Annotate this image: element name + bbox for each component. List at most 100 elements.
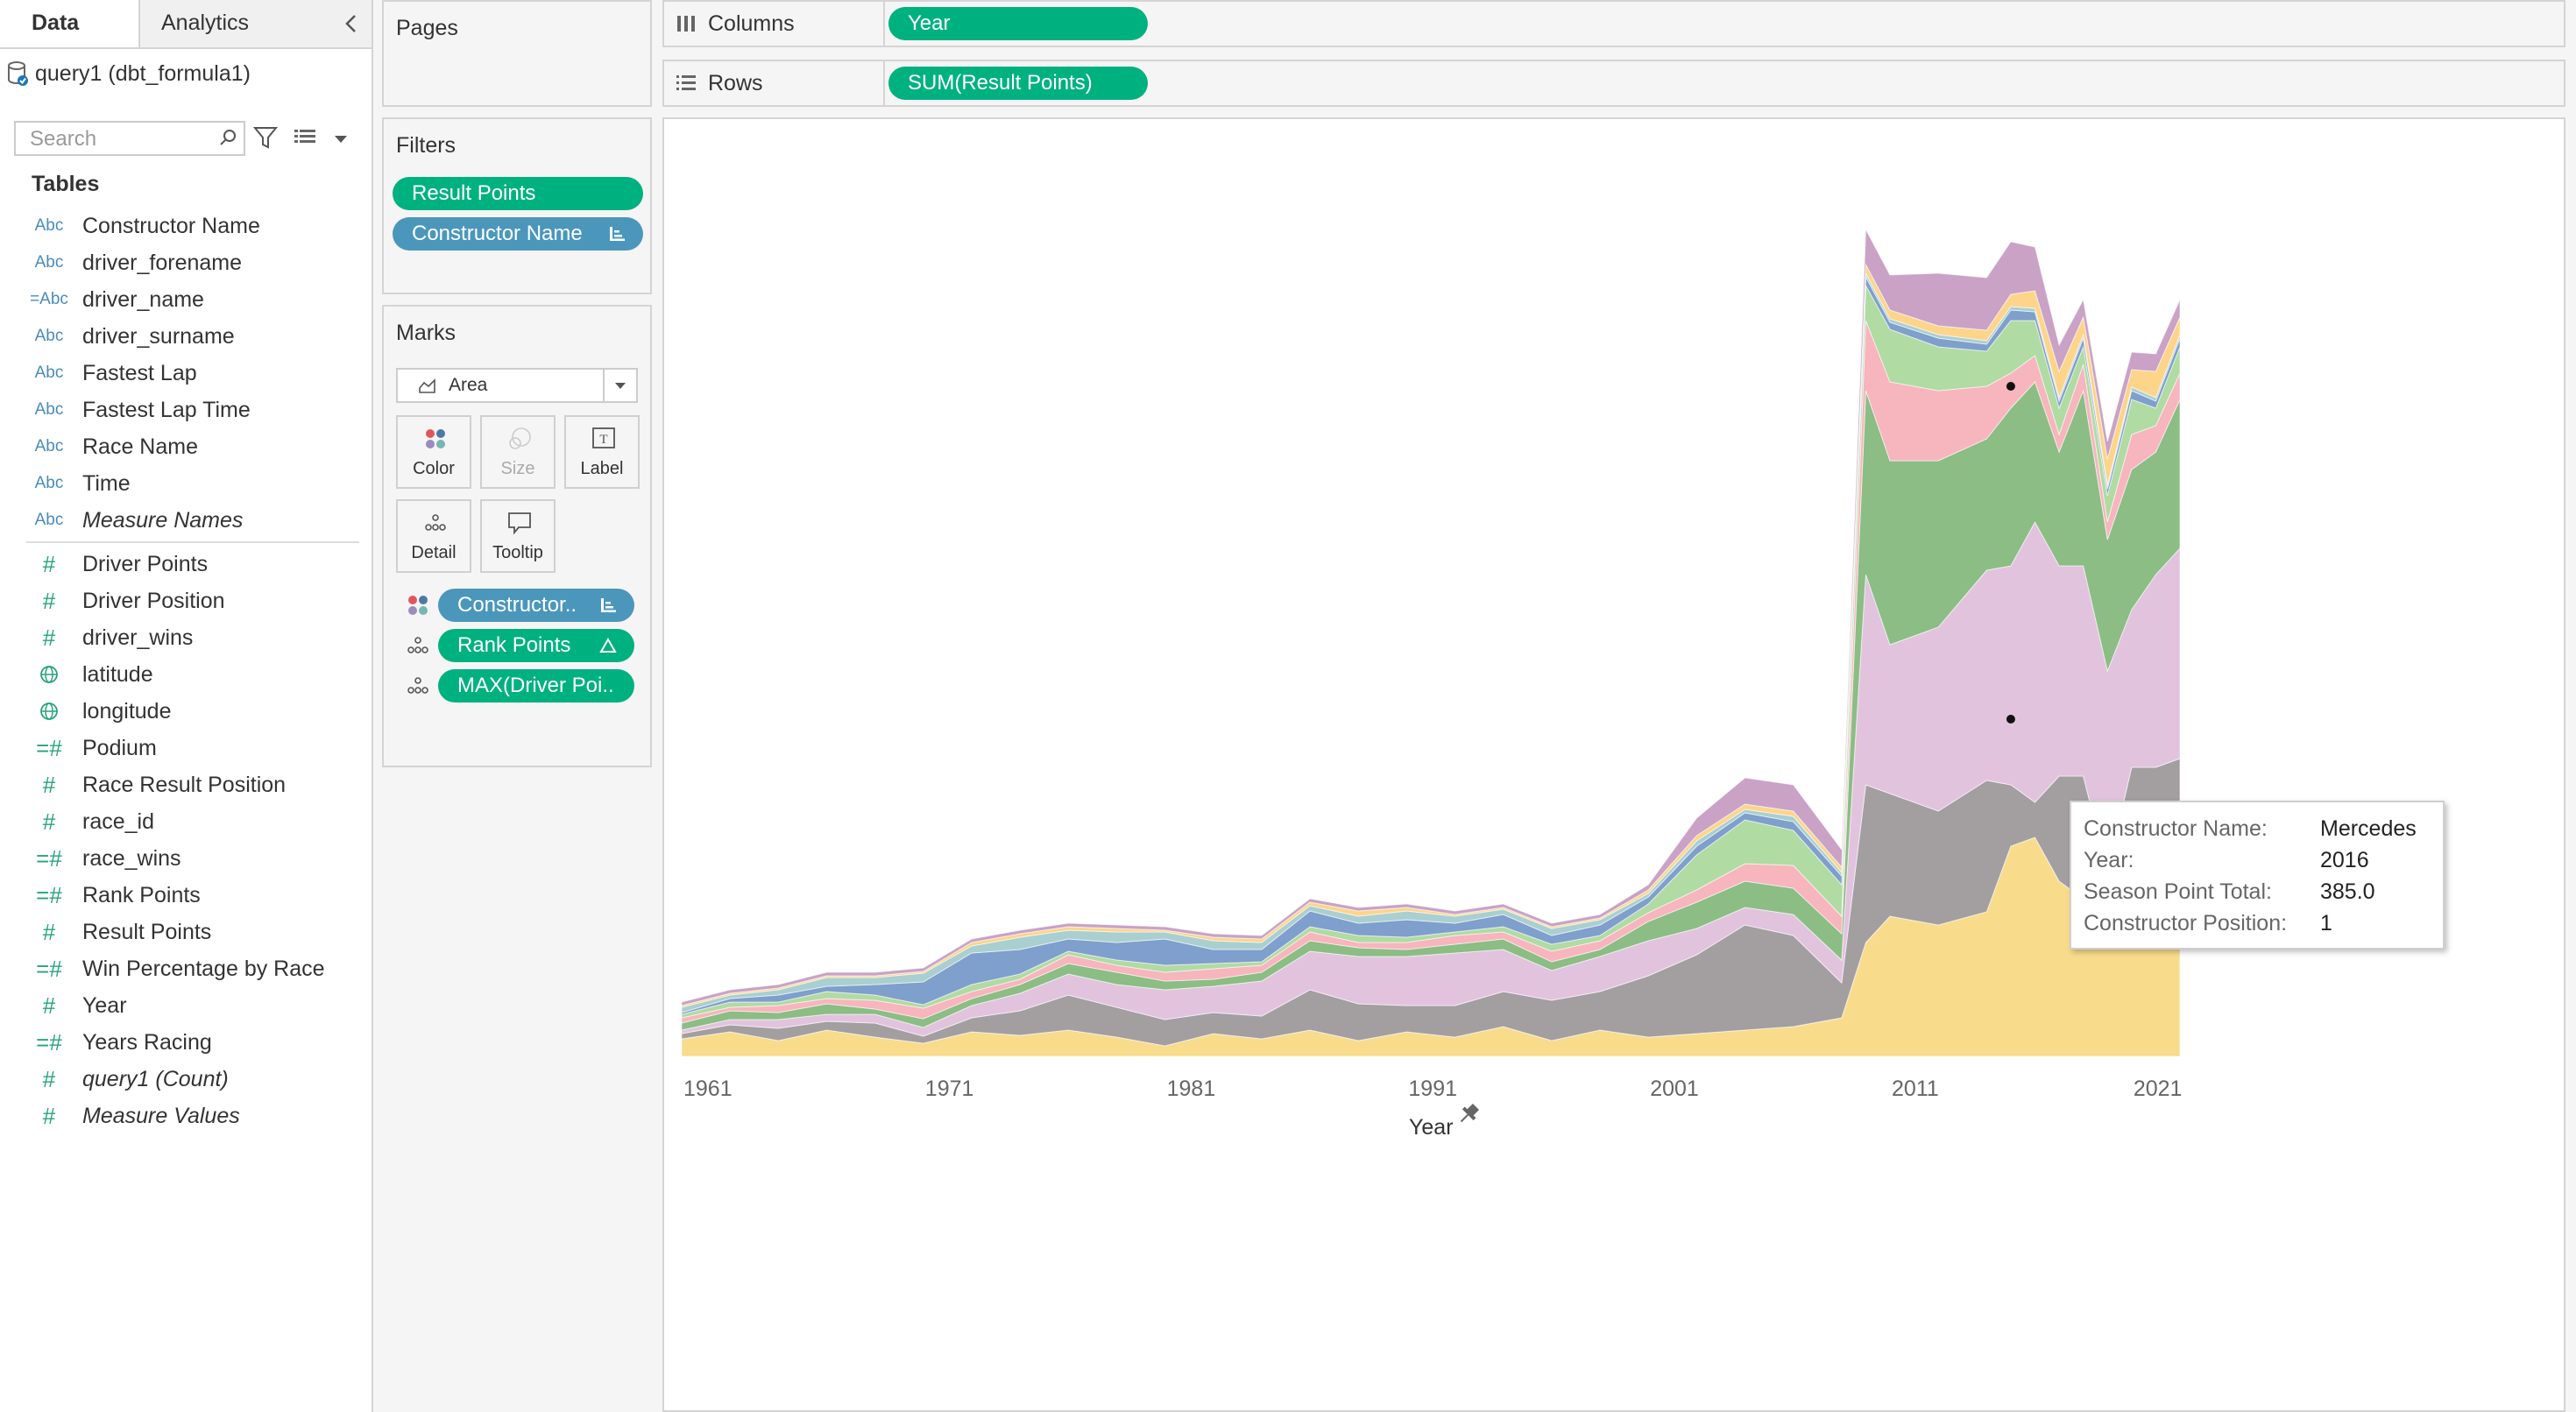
columns-pill-year[interactable]: Year: [888, 7, 1148, 40]
field-item[interactable]: =# Rank Points: [0, 878, 372, 913]
field-item[interactable]: Abc Constructor Name: [0, 208, 372, 244]
number-type-icon: #: [42, 992, 56, 1019]
field-item[interactable]: # query1 (Count): [0, 1062, 372, 1097]
highlight-point[interactable]: [2006, 382, 2015, 391]
detail-button[interactable]: Detail: [396, 499, 471, 573]
field-name: Driver Position: [82, 589, 225, 613]
search-input[interactable]: [16, 123, 224, 156]
label-label: Label: [580, 459, 624, 478]
field-name: query1 (Count): [82, 1067, 229, 1091]
filters-card[interactable]: Filters Result Points Constructor Name: [382, 117, 652, 294]
field-item[interactable]: # Driver Position: [0, 583, 372, 618]
field-item[interactable]: # Race Result Position: [0, 767, 372, 802]
rows-pill-sum-result-points[interactable]: SUM(Result Points): [888, 67, 1148, 100]
field-separator: [26, 541, 359, 543]
field-item[interactable]: Abc Measure Names: [0, 503, 372, 538]
data-pane: Data Analytics query1 (dbt_formula1) Sea…: [0, 0, 373, 1412]
mark-type-dropdown[interactable]: [603, 370, 636, 401]
field-item[interactable]: Abc Time: [0, 466, 372, 501]
tooltip-key: Year:: [2084, 848, 2134, 872]
color-label: Color: [413, 459, 455, 478]
number-type-icon: =#: [36, 735, 62, 761]
number-type-icon: =#: [36, 845, 62, 872]
pages-card[interactable]: Pages: [382, 0, 652, 107]
field-item[interactable]: =# Podium: [0, 731, 372, 766]
shelf-divider: [883, 2, 885, 46]
encoding-pill-rank-points[interactable]: Rank Points: [438, 629, 634, 662]
encoding-pill-label: Constructor..: [457, 593, 577, 617]
tab-data[interactable]: Data: [0, 0, 138, 47]
number-type-icon: #: [42, 588, 56, 614]
field-item[interactable]: =Abc driver_name: [0, 282, 372, 317]
filter-pill-constructor-name[interactable]: Constructor Name: [393, 217, 643, 251]
columns-icon: [677, 16, 695, 32]
x-tick-label: 2011: [1892, 1077, 1939, 1101]
field-name: race_id: [82, 809, 154, 834]
field-name: Year: [82, 993, 127, 1018]
collapse-pane-icon[interactable]: [338, 0, 364, 47]
detail-icon: [425, 514, 446, 531]
rows-shelf[interactable]: Rows SUM(Result Points): [662, 60, 2565, 107]
string-type-icon: Abc: [34, 437, 64, 455]
field-item[interactable]: =# Years Racing: [0, 1025, 372, 1060]
field-item[interactable]: # Measure Values: [0, 1098, 372, 1133]
field-item[interactable]: # Year: [0, 988, 372, 1023]
field-name: Measure Values: [82, 1104, 240, 1128]
encoding-pill-max-driver-points[interactable]: MAX(Driver Poi..: [438, 669, 634, 702]
field-item[interactable]: Abc Fastest Lap: [0, 356, 372, 391]
field-item[interactable]: Abc driver_forename: [0, 245, 372, 280]
svg-text:T: T: [599, 433, 607, 447]
field-item[interactable]: longitude: [0, 694, 372, 729]
sort-icon: [601, 598, 616, 612]
chart-view[interactable]: 1961 1971 1981 1991 2001 2011 2021 Year Constru…: [662, 117, 2565, 1412]
marks-title: Marks: [396, 321, 456, 345]
field-item[interactable]: # driver_wins: [0, 620, 372, 655]
field-item[interactable]: Abc driver_surname: [0, 319, 372, 354]
list-view-icon[interactable]: [293, 126, 319, 149]
number-type-icon: #: [42, 1103, 56, 1129]
filter-icon[interactable]: [252, 124, 279, 151]
filter-pill-result-points[interactable]: Result Points: [393, 177, 643, 210]
x-axis-title[interactable]: Year: [1409, 1115, 1454, 1140]
field-item[interactable]: latitude: [0, 657, 372, 692]
pin-icon[interactable]: [1455, 1101, 1482, 1127]
string-type-icon: Abc: [34, 511, 64, 529]
string-type-icon: Abc: [34, 216, 64, 235]
search-box[interactable]: [14, 121, 245, 156]
field-item[interactable]: =# race_wins: [0, 841, 372, 876]
field-name: driver_forename: [82, 251, 243, 275]
field-name: Fastest Lap: [82, 361, 197, 385]
area-chart[interactable]: 1961 1971 1981 1991 2001 2011 2021 Year: [664, 119, 2564, 1410]
size-icon: [509, 427, 531, 449]
size-button[interactable]: Size: [480, 415, 556, 489]
color-button[interactable]: Color: [396, 415, 471, 489]
chevron-down-icon[interactable]: [331, 130, 350, 149]
field-item[interactable]: # Driver Points: [0, 547, 372, 582]
highlight-point[interactable]: [2006, 715, 2015, 724]
rows-label: Rows: [708, 71, 763, 95]
number-type-icon: #: [42, 551, 56, 577]
number-type-icon: #: [42, 1066, 56, 1092]
field-name: Time: [82, 471, 131, 496]
tooltip-value: 1: [2320, 911, 2332, 935]
field-item[interactable]: Abc Race Name: [0, 429, 372, 464]
pages-title: Pages: [396, 16, 458, 40]
label-button[interactable]: T Label: [564, 415, 640, 489]
field-item[interactable]: # race_id: [0, 804, 372, 839]
chevron-down-icon: [615, 383, 626, 389]
field-name: Measure Names: [82, 508, 244, 533]
columns-shelf[interactable]: Columns Year: [662, 0, 2565, 47]
columns-pill-label: Year: [908, 11, 951, 35]
field-item[interactable]: # Result Points: [0, 914, 372, 950]
datasource-icon: [8, 61, 28, 86]
datasource[interactable]: query1 (dbt_formula1): [8, 56, 251, 91]
string-type-icon: Abc: [34, 253, 64, 272]
mark-type-select[interactable]: Area: [396, 368, 638, 403]
encoding-pill-constructor[interactable]: Constructor..: [438, 589, 634, 622]
tab-analytics[interactable]: Analytics: [138, 0, 372, 47]
string-type-icon: Abc: [34, 400, 64, 419]
field-item[interactable]: Abc Fastest Lap Time: [0, 392, 372, 427]
tooltip-button[interactable]: Tooltip: [480, 499, 556, 573]
field-name: driver_wins: [82, 625, 194, 650]
field-item[interactable]: =# Win Percentage by Race: [0, 951, 372, 986]
